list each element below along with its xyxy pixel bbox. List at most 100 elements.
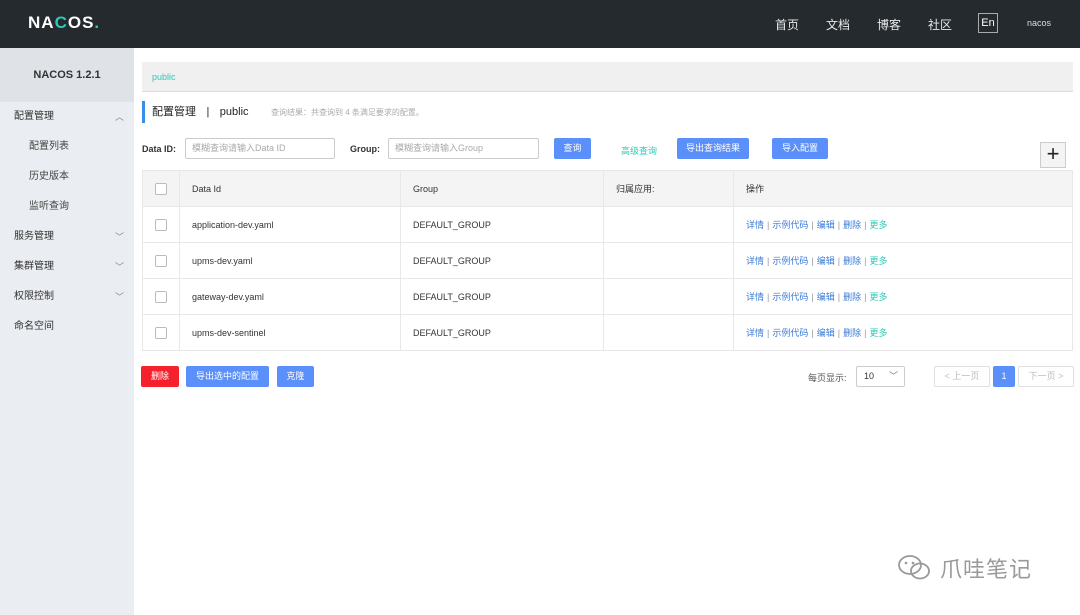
- row-checkbox[interactable]: [155, 218, 167, 231]
- sidebar-item-access-control[interactable]: 权限控制 ﹀: [0, 282, 134, 312]
- sidebar-item-cluster-management[interactable]: 集群管理 ﹀: [0, 252, 134, 282]
- cell-app: [603, 206, 734, 243]
- row-select-cell: [142, 278, 180, 315]
- delete-link[interactable]: 删除: [843, 292, 861, 302]
- user-name[interactable]: nacos: [1027, 18, 1051, 28]
- chevron-up-icon: ︿: [114, 112, 124, 122]
- version-label: NACOS 1.2.1: [0, 48, 134, 102]
- cell-dataid: application-dev.yaml: [179, 206, 401, 243]
- op-separator: |: [837, 220, 841, 230]
- more-link[interactable]: 更多: [869, 256, 887, 266]
- nav-home[interactable]: 首页: [775, 16, 799, 33]
- sidebar-item-label: 监听查询: [29, 201, 69, 212]
- delete-selected-button[interactable]: 删除: [141, 366, 179, 387]
- namespace-link-public[interactable]: public: [152, 72, 176, 82]
- page-size-label: 每页显示:: [808, 373, 847, 383]
- nav-blog[interactable]: 博客: [877, 16, 901, 33]
- sidebar-item-service-management[interactable]: 服务管理 ﹀: [0, 222, 134, 252]
- namespace-bar: public: [142, 62, 1073, 92]
- edit-link[interactable]: 编辑: [817, 256, 835, 266]
- op-separator: |: [767, 328, 770, 338]
- query-button[interactable]: 查询: [554, 138, 591, 159]
- cell-group: DEFAULT_GROUP: [400, 206, 604, 243]
- sample-code-link[interactable]: 示例代码: [772, 328, 808, 338]
- sidebar-item-history[interactable]: 历史版本: [0, 162, 134, 192]
- sidebar-item-label: 权限控制: [14, 291, 54, 302]
- cell-operations: 详情 | 示例代码 | 编辑 | 删除 | 更多: [733, 206, 1073, 243]
- watermark-text: 爪哇笔记: [940, 557, 1033, 582]
- more-link[interactable]: 更多: [869, 220, 887, 230]
- export-query-results-button[interactable]: 导出查询结果: [677, 138, 749, 159]
- column-header-dataid: Data Id: [179, 170, 401, 207]
- clone-button[interactable]: 克隆: [277, 366, 314, 387]
- edit-link[interactable]: 编辑: [817, 292, 835, 302]
- op-separator: |: [864, 220, 867, 230]
- cell-group: DEFAULT_GROUP: [400, 314, 604, 351]
- row-checkbox[interactable]: [155, 290, 167, 303]
- nav-docs[interactable]: 文档: [826, 16, 850, 33]
- op-separator: |: [767, 220, 770, 230]
- prev-page-button[interactable]: < 上一页: [934, 366, 990, 387]
- sidebar-item-label: 配置列表: [29, 141, 69, 152]
- next-page-button[interactable]: 下一页 >: [1018, 366, 1074, 387]
- add-config-button[interactable]: +: [1040, 142, 1066, 168]
- sidebar-item-config-management[interactable]: 配置管理 ︿: [0, 102, 134, 132]
- sample-code-link[interactable]: 示例代码: [772, 256, 808, 266]
- cell-operations: 详情 | 示例代码 | 编辑 | 删除 | 更多: [733, 242, 1073, 279]
- op-separator: |: [811, 292, 814, 302]
- page-namespace: public: [219, 106, 249, 118]
- cell-dataid: upms-dev.yaml: [179, 242, 401, 279]
- table-row: gateway-dev.yaml DEFAULT_GROUP 详情 | 示例代码 | 编…: [142, 278, 1073, 315]
- page-1-button[interactable]: 1: [993, 366, 1015, 387]
- page-size-select[interactable]: 10 ﹀: [856, 366, 905, 387]
- page-size-value: 10: [864, 371, 875, 381]
- detail-link[interactable]: 详情: [746, 220, 764, 230]
- select-all-checkbox[interactable]: [155, 182, 167, 195]
- language-toggle-button[interactable]: En: [978, 13, 998, 33]
- row-select-cell: [142, 242, 180, 279]
- top-navbar: NACOS. 首页 文档 博客 社区 En nacos: [0, 0, 1080, 48]
- sidebar-item-listener-query[interactable]: 监听查询: [0, 192, 134, 222]
- sidebar-item-config-list[interactable]: 配置列表: [0, 132, 134, 162]
- chevron-down-icon: ﹀: [114, 232, 124, 242]
- op-separator: |: [811, 328, 814, 338]
- sample-code-link[interactable]: 示例代码: [772, 292, 808, 302]
- cell-dataid: gateway-dev.yaml: [179, 278, 401, 315]
- row-checkbox[interactable]: [155, 254, 167, 267]
- detail-link[interactable]: 详情: [746, 292, 764, 302]
- more-link[interactable]: 更多: [869, 328, 887, 338]
- delete-link[interactable]: 删除: [843, 328, 861, 338]
- sidebar: NACOS 1.2.1 配置管理 ︿ 配置列表 历史版本 监听查询 服务管理 ﹀…: [0, 48, 134, 615]
- group-search-input[interactable]: 模糊查询请输入Group: [388, 138, 539, 159]
- table-row: upms-dev.yaml DEFAULT_GROUP 详情 | 示例代码 | 编辑 | 删…: [142, 242, 1073, 279]
- sidebar-item-namespace[interactable]: 命名空间: [0, 312, 134, 342]
- op-separator: |: [837, 328, 841, 338]
- sample-code-link[interactable]: 示例代码: [772, 220, 808, 230]
- delete-link[interactable]: 删除: [843, 256, 861, 266]
- detail-link[interactable]: 详情: [746, 328, 764, 338]
- detail-link[interactable]: 详情: [746, 256, 764, 266]
- column-header-app: 归属应用:: [603, 170, 734, 207]
- title-separator: |: [206, 106, 210, 118]
- sidebar-item-label: 集群管理: [14, 261, 54, 272]
- export-selected-button[interactable]: 导出选中的配置: [186, 366, 269, 387]
- nacos-logo[interactable]: NACOS.: [28, 13, 100, 33]
- nav-community[interactable]: 社区: [928, 16, 952, 33]
- import-config-button[interactable]: 导入配置: [772, 138, 828, 159]
- select-all-cell: [142, 170, 180, 207]
- op-separator: |: [811, 220, 814, 230]
- cell-operations: 详情 | 示例代码 | 编辑 | 删除 | 更多: [733, 278, 1073, 315]
- delete-link[interactable]: 删除: [843, 220, 861, 230]
- more-link[interactable]: 更多: [869, 292, 887, 302]
- row-checkbox[interactable]: [155, 326, 167, 339]
- cell-group: DEFAULT_GROUP: [400, 242, 604, 279]
- dataid-search-input[interactable]: 模糊查询请输入Data ID: [185, 138, 335, 159]
- op-separator: |: [837, 292, 841, 302]
- edit-link[interactable]: 编辑: [817, 328, 835, 338]
- advanced-query-link[interactable]: 高级查询: [621, 144, 657, 157]
- edit-link[interactable]: 编辑: [817, 220, 835, 230]
- sidebar-item-label: 历史版本: [29, 171, 69, 182]
- column-header-operations: 操作: [733, 170, 1073, 207]
- cell-app: [603, 278, 734, 315]
- sidebar-item-label: 命名空间: [14, 321, 54, 332]
